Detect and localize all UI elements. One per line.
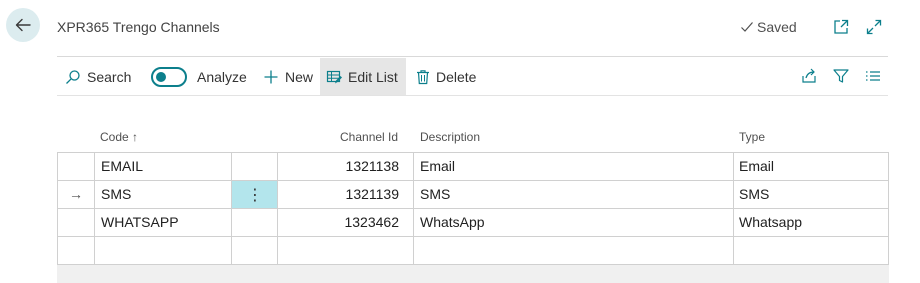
type-cell[interactable]: SMS — [739, 181, 769, 208]
grid-header: Code ↑ Channel Id Description Type — [57, 124, 889, 152]
share-icon[interactable] — [800, 67, 818, 85]
description-cell[interactable]: WhatsApp — [420, 209, 485, 236]
new-button[interactable]: New — [257, 58, 319, 95]
edit-list-button[interactable]: Edit List — [320, 58, 406, 95]
column-header-description[interactable]: Description — [420, 130, 480, 144]
saved-label: Saved — [757, 19, 797, 35]
delete-button[interactable]: Delete — [410, 58, 482, 95]
description-cell[interactable]: SMS — [420, 181, 450, 208]
list-view-icon[interactable] — [864, 67, 882, 85]
header-divider — [57, 56, 888, 57]
sort-ascending-icon: ↑ — [132, 130, 139, 144]
type-cell[interactable]: Email — [739, 153, 774, 180]
channel-id-cell[interactable]: 1321138 — [278, 153, 399, 180]
code-cell[interactable]: SMS — [101, 181, 131, 208]
table-row[interactable]: EMAIL 1321138 Email Email — [57, 153, 889, 181]
column-header-code[interactable]: Code ↑ — [100, 130, 138, 144]
open-in-new-window-icon[interactable] — [832, 18, 850, 36]
action-bar: Search Analyze New Edit List Delete — [57, 58, 888, 95]
toggle-switch[interactable] — [151, 66, 187, 87]
plus-icon — [264, 70, 278, 83]
new-label: New — [285, 68, 314, 85]
row-menu-cell[interactable] — [232, 153, 278, 180]
search-icon — [66, 69, 80, 84]
grid-footer — [57, 265, 889, 283]
expand-icon[interactable] — [865, 18, 883, 36]
channel-id-cell[interactable]: 1321139 — [278, 181, 399, 208]
analyze-label: Analyze — [197, 68, 247, 85]
filter-icon[interactable] — [832, 67, 850, 85]
saved-status: Saved — [740, 19, 797, 35]
search-button[interactable]: Search — [59, 58, 137, 95]
current-row-marker-icon: → — [69, 186, 83, 202]
page-title: XPR365 Trengo Channels — [57, 19, 220, 35]
edit-list-label: Edit List — [348, 68, 398, 85]
type-cell[interactable]: Whatsapp — [739, 209, 802, 236]
channel-id-cell[interactable]: 1323462 — [278, 209, 399, 236]
channels-grid: Code ↑ Channel Id Description Type EMAIL… — [57, 124, 889, 265]
grid-body: EMAIL 1321138 Email Email → SMS ⋮ 132113… — [57, 152, 889, 265]
edit-list-icon — [326, 70, 342, 83]
table-row[interactable]: WHATSAPP 1323462 WhatsApp Whatsapp — [57, 209, 889, 237]
delete-label: Delete — [436, 68, 477, 85]
arrow-left-icon — [15, 18, 31, 32]
column-code-label: Code — [100, 130, 129, 144]
analyze-toggle[interactable]: Analyze — [145, 58, 253, 95]
row-menu-cell[interactable] — [232, 209, 278, 236]
column-header-type[interactable]: Type — [739, 130, 765, 144]
back-button[interactable] — [6, 8, 40, 42]
new-row[interactable] — [57, 237, 889, 265]
description-cell[interactable]: Email — [420, 153, 455, 180]
table-row[interactable]: → SMS ⋮ 1321139 SMS SMS — [57, 181, 889, 209]
row-menu-button[interactable]: ⋮ — [232, 181, 278, 208]
code-cell[interactable]: WHATSAPP — [101, 209, 179, 236]
checkmark-icon — [741, 22, 753, 32]
trash-icon — [417, 69, 429, 84]
more-options-icon: ⋮ — [247, 186, 263, 204]
code-cell[interactable]: EMAIL — [101, 153, 143, 180]
search-label: Search — [87, 68, 132, 85]
column-header-channel-id[interactable]: Channel Id — [340, 130, 398, 144]
action-bar-divider — [57, 95, 888, 96]
